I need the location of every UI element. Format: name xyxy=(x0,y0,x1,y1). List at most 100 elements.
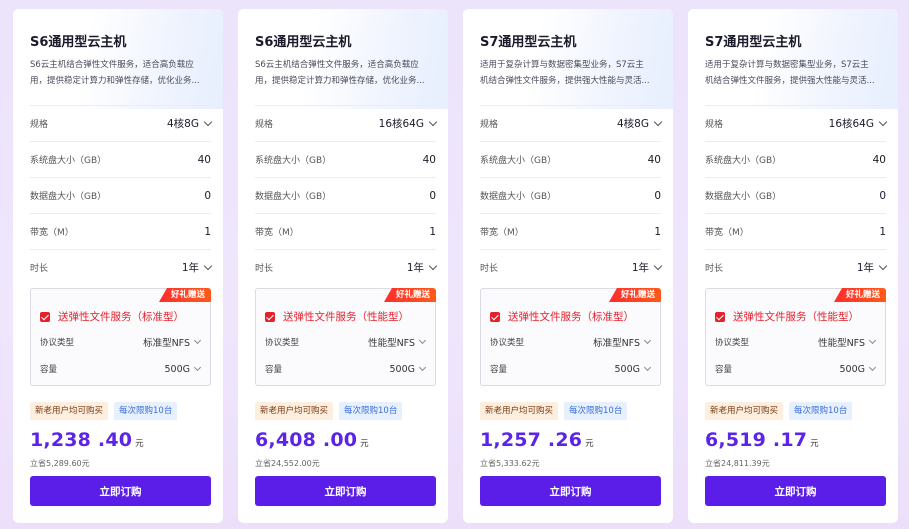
bandwidth-value[interactable]: 1 xyxy=(204,226,211,238)
chevron-down-icon xyxy=(653,261,663,271)
checkbox-checked-icon[interactable] xyxy=(715,311,725,322)
price-unit: 元 xyxy=(810,439,819,449)
gift-checkbox[interactable]: 送弹性文件服务（性能型） xyxy=(715,309,859,324)
protocol-value[interactable]: 标准型NFS xyxy=(593,335,652,349)
tag-new-users: 新老用户均可购买 xyxy=(480,402,559,420)
protocol-value[interactable]: 性能型NFS xyxy=(368,335,427,349)
spec-value[interactable]: 16核64G xyxy=(829,116,888,131)
bandwidth-value[interactable]: 1 xyxy=(654,226,661,238)
spec-select[interactable]: 规格 16核64G xyxy=(705,105,888,141)
capacity-value[interactable]: 500G xyxy=(615,363,652,375)
data-disk-value[interactable]: 0 xyxy=(429,190,436,202)
checkbox-checked-icon[interactable] xyxy=(490,311,500,322)
spec-value[interactable]: 16核64G xyxy=(379,116,438,131)
duration-label: 时长 xyxy=(30,264,49,274)
checkbox-checked-icon[interactable] xyxy=(40,311,50,322)
chevron-down-icon xyxy=(878,261,888,271)
system-disk-value[interactable]: 40 xyxy=(648,154,661,166)
buy-now-button[interactable]: 立即订购 xyxy=(255,476,436,506)
capacity-label: 容量 xyxy=(265,365,283,375)
description-line: 用，提供稳定计算力和弹性存储，优化业务... xyxy=(255,76,425,86)
buy-now-button[interactable]: 立即订购 xyxy=(480,476,661,506)
data-disk-value[interactable]: 0 xyxy=(204,190,211,202)
capacity-select[interactable]: 容量 500G xyxy=(490,363,652,375)
gift-panel: 好礼赠送 送弹性文件服务（性能型） 协议类型 性能型NFS 容量 500G xyxy=(705,288,886,386)
duration-value[interactable]: 1年 xyxy=(632,260,663,275)
product-card: S6通用型云主机 S6云主机结合弹性文件服务，适合高负载应 用，提供稳定计算力和… xyxy=(13,9,223,523)
chevron-down-icon xyxy=(418,336,427,345)
duration-label: 时长 xyxy=(480,264,499,274)
data-disk-label: 数据盘大小（GB） xyxy=(255,192,332,202)
protocol-select[interactable]: 协议类型 性能型NFS xyxy=(715,335,877,349)
description-line: 适用于复杂计算与数据密集型业务，S7云主 xyxy=(705,60,869,70)
product-title: S6通用型云主机 xyxy=(255,35,352,50)
chevron-down-icon xyxy=(643,336,652,345)
chevron-down-icon xyxy=(203,117,213,127)
duration-select[interactable]: 时长 1年 xyxy=(255,249,438,285)
protocol-value[interactable]: 标准型NFS xyxy=(143,335,202,349)
product-title: S7通用型云主机 xyxy=(480,35,577,50)
data-disk-value[interactable]: 0 xyxy=(879,190,886,202)
checkbox-checked-icon[interactable] xyxy=(265,311,275,322)
description-line: S6云主机结合弹性文件服务，适合高负载应 xyxy=(255,60,419,70)
protocol-select[interactable]: 协议类型 标准型NFS xyxy=(490,335,652,349)
duration-select[interactable]: 时长 1年 xyxy=(30,249,213,285)
gift-checkbox[interactable]: 送弹性文件服务（标准型） xyxy=(490,309,634,324)
duration-value[interactable]: 1年 xyxy=(407,260,438,275)
buy-now-button[interactable]: 立即订购 xyxy=(705,476,886,506)
duration-value[interactable]: 1年 xyxy=(182,260,213,275)
duration-select[interactable]: 时长 1年 xyxy=(480,249,663,285)
product-title: S7通用型云主机 xyxy=(705,35,802,50)
data-disk-label: 数据盘大小（GB） xyxy=(30,192,107,202)
chevron-down-icon xyxy=(868,336,877,345)
gift-panel: 好礼赠送 送弹性文件服务（性能型） 协议类型 性能型NFS 容量 500G xyxy=(255,288,436,386)
capacity-value[interactable]: 500G xyxy=(840,364,877,375)
buy-now-button[interactable]: 立即订购 xyxy=(30,476,211,506)
spec-value-text: 4核8G xyxy=(167,118,199,130)
product-title: S6通用型云主机 xyxy=(30,35,127,50)
capacity-select[interactable]: 容量 500G xyxy=(265,363,427,375)
tag-purchase-limit: 每次限购10台 xyxy=(339,402,403,420)
tag-group: 新老用户均可购买 每次限购10台 xyxy=(255,402,403,420)
bandwidth-value[interactable]: 1 xyxy=(429,226,436,238)
gift-checkbox[interactable]: 送弹性文件服务（性能型） xyxy=(265,309,409,324)
chevron-down-icon xyxy=(643,363,652,372)
spec-select[interactable]: 规格 4核8G xyxy=(30,105,213,141)
capacity-value[interactable]: 500G xyxy=(390,364,427,375)
price-amount: 1,257 .26 xyxy=(480,429,583,451)
protocol-label: 协议类型 xyxy=(40,338,75,348)
system-disk-value[interactable]: 40 xyxy=(198,154,211,166)
capacity-value-text: 500G xyxy=(164,363,191,375)
protocol-value[interactable]: 性能型NFS xyxy=(818,335,877,349)
data-disk-value[interactable]: 0 xyxy=(654,190,661,202)
savings-text: 立省24,552.00元 xyxy=(255,459,320,468)
spec-value[interactable]: 4核8G xyxy=(167,116,213,131)
system-disk-value[interactable]: 40 xyxy=(423,154,436,166)
data-disk-row: 数据盘大小（GB） 0 xyxy=(255,177,436,213)
savings-text: 立省24,811.39元 xyxy=(705,459,770,468)
gift-title: 送弹性文件服务（标准型） xyxy=(508,311,634,323)
capacity-value[interactable]: 500G xyxy=(164,363,202,375)
system-disk-value[interactable]: 40 xyxy=(873,154,886,166)
spec-label: 规格 xyxy=(705,120,724,130)
protocol-select[interactable]: 协议类型 性能型NFS xyxy=(265,335,427,349)
capacity-select[interactable]: 容量 500G xyxy=(715,363,877,375)
protocol-select[interactable]: 协议类型 标准型NFS xyxy=(40,335,202,349)
system-disk-label: 系统盘大小（GB） xyxy=(705,156,782,166)
gift-panel: 好礼赠送 送弹性文件服务（标准型） 协议类型 标准型NFS 容量 500G xyxy=(480,288,661,386)
chevron-down-icon xyxy=(203,261,213,271)
spec-value[interactable]: 4核8G xyxy=(617,116,663,131)
price: 6,408 .00 元 xyxy=(255,429,369,451)
savings-text: 立省5,289.60元 xyxy=(30,459,90,468)
gift-checkbox[interactable]: 送弹性文件服务（标准型） xyxy=(40,309,184,324)
duration-select[interactable]: 时长 1年 xyxy=(705,249,888,285)
system-disk-label: 系统盘大小（GB） xyxy=(255,156,332,166)
capacity-select[interactable]: 容量 500G xyxy=(40,363,202,375)
bandwidth-value[interactable]: 1 xyxy=(879,226,886,238)
bandwidth-row: 带宽（M） 1 xyxy=(30,213,211,249)
duration-value[interactable]: 1年 xyxy=(857,260,888,275)
spec-select[interactable]: 规格 16核64G xyxy=(255,105,438,141)
protocol-label: 协议类型 xyxy=(265,338,300,348)
gift-badge: 好礼赠送 xyxy=(383,288,436,302)
spec-select[interactable]: 规格 4核8G xyxy=(480,105,663,141)
